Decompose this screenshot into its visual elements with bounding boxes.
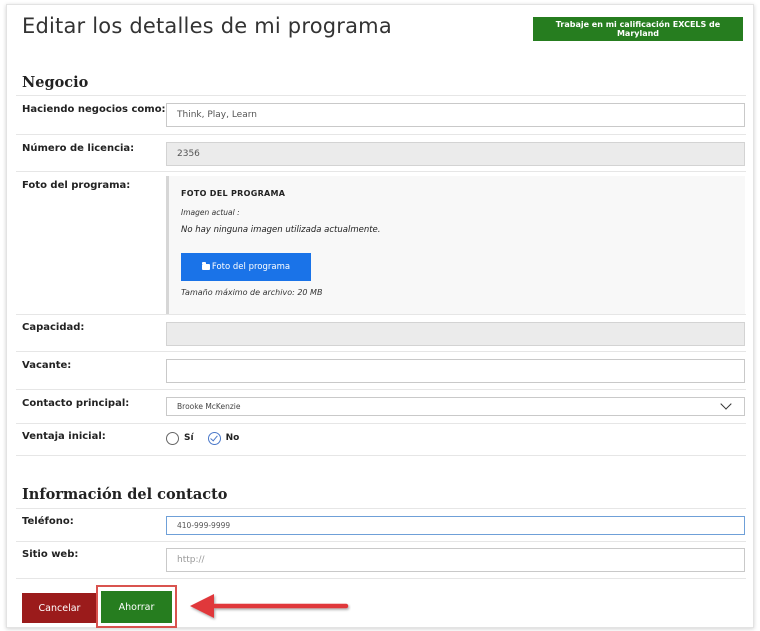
photo-max-size: Tamaño máximo de archivo: 20 MB bbox=[181, 288, 323, 297]
phone-input[interactable]: 410-999-9999 bbox=[166, 516, 745, 535]
save-button[interactable]: Ahorrar bbox=[101, 591, 172, 623]
photo-none-text: No hay ninguna imagen utilizada actualme… bbox=[181, 225, 381, 235]
head-start-radio-group: Sí No bbox=[166, 431, 253, 445]
primary-contact-value: Brooke McKenzie bbox=[177, 402, 241, 411]
license-label: Número de licencia: bbox=[22, 143, 135, 154]
upload-photo-button[interactable]: Foto del programa bbox=[181, 253, 311, 281]
divider bbox=[16, 314, 746, 315]
page-title: Editar los detalles de mi programa bbox=[22, 14, 392, 38]
section-title-business: Negocio bbox=[22, 74, 89, 91]
photo-title: FOTO DEL PROGRAMA bbox=[181, 189, 286, 198]
chevron-down-icon bbox=[720, 398, 732, 410]
website-input[interactable]: http:// bbox=[166, 548, 745, 572]
vacancy-label: Vacante: bbox=[22, 360, 72, 371]
primary-contact-label: Contacto principal: bbox=[22, 398, 130, 409]
divider bbox=[16, 578, 746, 579]
divider bbox=[16, 541, 746, 542]
head-start-yes-label: Sí bbox=[184, 433, 194, 443]
head-start-no-radio[interactable] bbox=[207, 431, 221, 445]
website-label: Sitio web: bbox=[22, 549, 79, 560]
excels-rating-button[interactable]: Trabaje en mi calificación EXCELS de Mar… bbox=[533, 17, 743, 41]
check-icon bbox=[210, 433, 218, 441]
divider bbox=[16, 455, 746, 456]
head-start-no-label: No bbox=[225, 433, 240, 443]
arrow-left-icon bbox=[190, 594, 349, 618]
divider bbox=[16, 351, 746, 352]
photo-current-label: Imagen actual : bbox=[181, 208, 240, 217]
program-photo-panel: FOTO DEL PROGRAMA Imagen actual : No hay… bbox=[166, 176, 745, 314]
head-start-yes-radio[interactable] bbox=[166, 431, 179, 445]
divider bbox=[16, 95, 746, 96]
head-start-label: Ventaja inicial: bbox=[22, 431, 106, 442]
capacity-label: Capacidad: bbox=[22, 322, 85, 333]
section-title-contact: Información del contacto bbox=[22, 486, 228, 503]
divider bbox=[16, 134, 746, 135]
capacity-input bbox=[166, 322, 745, 346]
cancel-button[interactable]: Cancelar bbox=[22, 593, 97, 623]
upload-photo-label: Foto del programa bbox=[211, 262, 291, 272]
dba-label: Haciendo negocios como: bbox=[22, 104, 166, 115]
phone-label: Teléfono: bbox=[22, 516, 74, 527]
divider bbox=[16, 423, 746, 424]
divider bbox=[16, 171, 746, 172]
vacancy-input[interactable] bbox=[166, 359, 745, 383]
divider bbox=[16, 389, 746, 390]
photo-label: Foto del programa: bbox=[22, 180, 131, 191]
primary-contact-select[interactable]: Brooke McKenzie bbox=[166, 397, 745, 416]
divider bbox=[16, 508, 746, 509]
folder-icon bbox=[201, 262, 210, 270]
dba-input[interactable]: Think, Play, Learn bbox=[166, 103, 745, 127]
license-input: 2356 bbox=[166, 142, 745, 166]
